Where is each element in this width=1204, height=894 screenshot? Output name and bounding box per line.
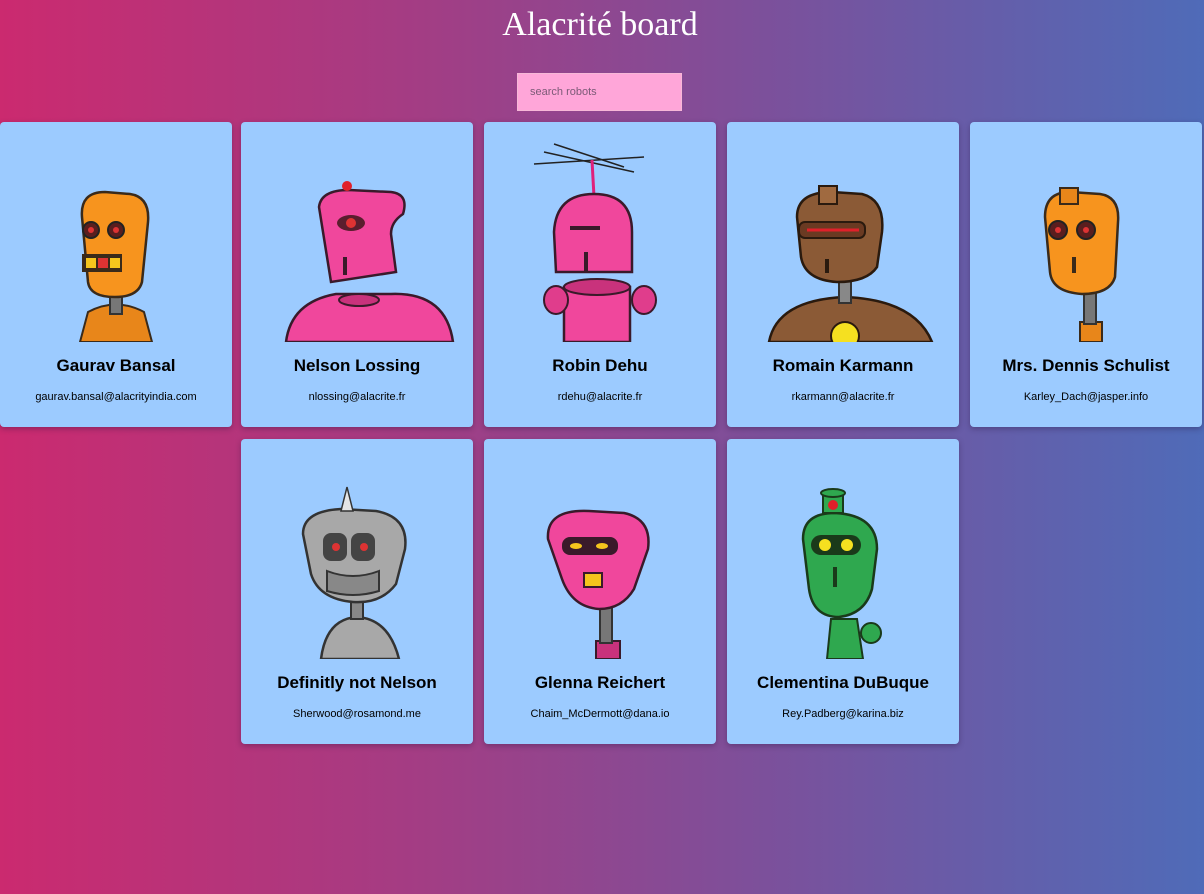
robot-card[interactable]: Definitly not Nelson Sherwood@rosamond.m… [241, 439, 473, 744]
robot-name: Mrs. Dennis Schulist [1002, 356, 1170, 375]
robot-card[interactable]: Clementina DuBuque Rey.Padberg@karina.bi… [727, 439, 959, 744]
robot-name: Nelson Lossing [293, 356, 421, 375]
robot-card[interactable]: Nelson Lossing nlossing@alacrite.fr [241, 122, 473, 427]
pink-robot-avatar [284, 181, 455, 342]
robot-name: Glenna Reichert [534, 673, 666, 692]
robot-card[interactable]: Mrs. Dennis Schulist Karley_Dach@jasper.… [970, 122, 1202, 427]
robot-email: Chaim_McDermott@dana.io [530, 708, 670, 720]
search-input[interactable] [517, 73, 682, 111]
robot-name: Romain Karmann [772, 356, 914, 375]
robot-name: Gaurav Bansal [56, 356, 176, 375]
robot-email: rkarmann@alacrite.fr [791, 391, 895, 403]
robot-name: Clementina DuBuque [757, 673, 929, 692]
robot-email: Karley_Dach@jasper.info [1023, 391, 1149, 403]
orange-robot-avatar [1043, 187, 1120, 342]
robot-card[interactable]: Glenna Reichert Chaim_McDermott@dana.io [484, 439, 716, 744]
robot-name: Definitly not Nelson [277, 673, 437, 692]
robot-email: gaurav.bansal@alacrityindia.com [35, 391, 197, 403]
robot-email: rdehu@alacrite.fr [557, 391, 643, 403]
robot-email: Rey.Padberg@karina.biz [782, 708, 904, 720]
green-robot-avatar [801, 488, 882, 659]
page-title: Alacrité board [502, 6, 698, 43]
robot-email: Sherwood@rosamond.me [293, 708, 421, 720]
robot-card[interactable]: Robin Dehu rdehu@alacrite.fr [484, 122, 716, 427]
pink-robot-avatar [546, 509, 650, 659]
orange-robot-avatar [78, 190, 154, 342]
gray-robot-avatar [301, 486, 407, 659]
pink-antenna-robot-avatar [533, 143, 657, 342]
brown-robot-avatar [767, 185, 934, 342]
robot-name: Robin Dehu [552, 356, 648, 375]
robot-email: nlossing@alacrite.fr [308, 391, 406, 403]
robot-card[interactable]: Gaurav Bansal gaurav.bansal@alacrityindi… [0, 122, 232, 427]
robot-card[interactable]: Romain Karmann rkarmann@alacrite.fr [727, 122, 959, 427]
